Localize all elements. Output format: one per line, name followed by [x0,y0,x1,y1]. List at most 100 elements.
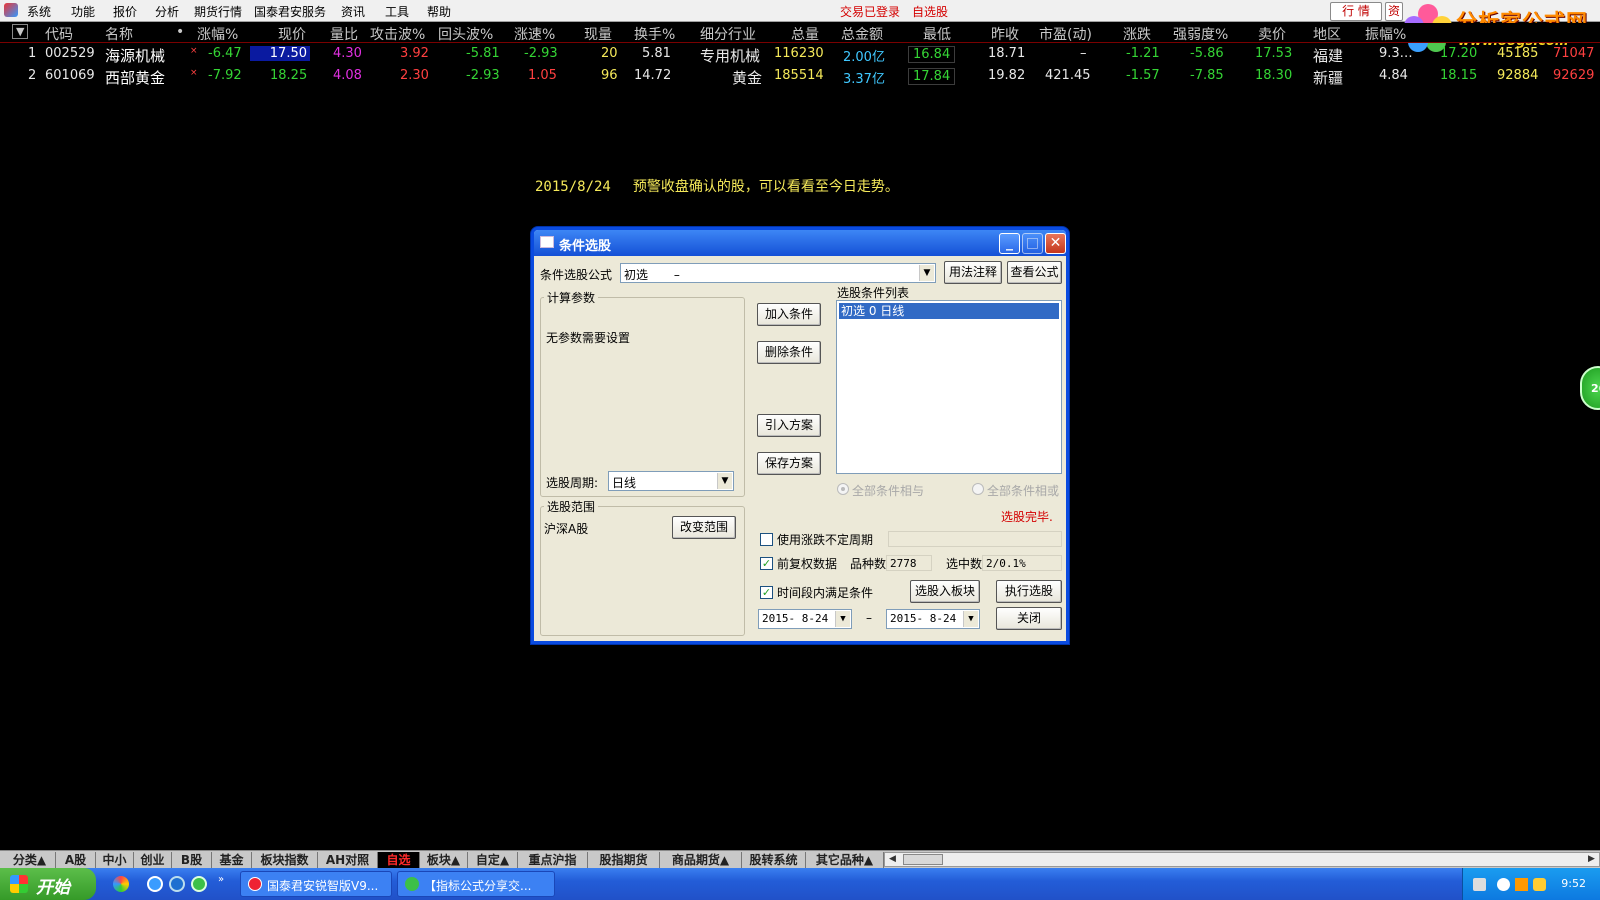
col-vol-ratio[interactable]: 量比 [330,24,358,44]
date-from-picker[interactable]: 2015- 8-24 ▼ [758,609,852,629]
tab-custom[interactable]: 自定▲ [468,852,518,868]
side-float-widget[interactable]: 26 [1580,366,1600,410]
menu-help[interactable]: 帮助 [427,3,451,20]
col-industry[interactable]: 细分行业 [700,24,756,44]
col-change-pct[interactable]: 涨幅% [197,24,238,44]
menu-news[interactable]: 资讯 [341,3,365,20]
chevron-down-icon[interactable]: ▼ [963,611,978,627]
col-attack-wave[interactable]: 攻击波% [370,24,425,44]
tab-sme[interactable]: 中小 [96,852,134,868]
table-row[interactable]: 2 601069 西部黄金 × -7.92 18.25 4.08 2.30 -2… [0,66,1600,87]
tab-chinext[interactable]: 创业 [134,852,172,868]
usage-notes-button[interactable]: 用法注释 [944,261,1002,284]
col-ask[interactable]: 卖价 [1258,24,1286,44]
col-strength[interactable]: 强弱度% [1173,24,1228,44]
col-prev-close[interactable]: 昨收 [991,24,1019,44]
date-to-value: 2015- 8-24 [890,612,957,625]
col-turnover[interactable]: 换手% [634,24,675,44]
chevron-down-icon[interactable]: ▼ [717,473,732,489]
tab-watchlist[interactable]: 自选 [378,852,420,868]
col-mark[interactable]: • [176,24,184,40]
tab-key-sh[interactable]: 重点沪指 [518,852,588,868]
time-range-checkbox[interactable]: ✓ [760,586,773,599]
taskbar-browser-window[interactable]: 【指标公式分享交... [397,871,555,897]
ie-browser-icon[interactable] [147,876,163,892]
col-region[interactable]: 地区 [1313,24,1341,44]
run-pick-button[interactable]: 执行选股 [996,580,1062,603]
tab-index-futures[interactable]: 股指期货 [588,852,660,868]
col-speed[interactable]: 涨速% [514,24,555,44]
shield-icon[interactable] [1533,878,1546,891]
tab-b-share[interactable]: B股 [172,852,212,868]
col-price[interactable]: 现价 [278,24,306,44]
menu-broker-service[interactable]: 国泰君安服务 [254,3,326,20]
keyboard-icon[interactable] [1473,878,1486,891]
col-amount[interactable]: 总金额 [841,24,883,44]
add-condition-button[interactable]: 加入条件 [757,303,821,326]
horizontal-scrollbar[interactable]: ◀ ▶ [884,852,1600,867]
col-change[interactable]: 涨跌 [1123,24,1151,44]
change-scope-button[interactable]: 改变范围 [672,516,736,539]
save-scheme-button[interactable]: 保存方案 [757,452,821,475]
chevron-down-icon[interactable]: ▼ [919,265,934,281]
green-browser-icon[interactable] [191,876,207,892]
column-menu-icon[interactable]: ▼ [12,24,29,39]
dialog-titlebar[interactable]: 条件选股 _ □ ✕ [534,230,1066,256]
watchlist-label[interactable]: 自选股 [912,3,948,20]
scroll-thumb[interactable] [903,854,943,865]
view-formula-button[interactable]: 查看公式 [1007,261,1062,284]
start-button[interactable]: 开始 [0,868,96,900]
network-icon[interactable] [1497,878,1510,891]
to-block-button[interactable]: 选股入板块 [910,580,980,603]
quicklaunch-more-icon[interactable]: » [218,874,224,885]
col-total-vol[interactable]: 总量 [791,24,819,44]
tab-other[interactable]: 其它品种▲ [806,852,884,868]
quotes-tab-button[interactable]: 行 情 [1330,2,1382,21]
close-button[interactable]: 关闭 [996,607,1062,630]
date-to-picker[interactable]: 2015- 8-24 ▼ [886,609,980,629]
tab-a-share[interactable]: A股 [56,852,96,868]
tab-sector[interactable]: 板块▲ [420,852,468,868]
menu-system[interactable]: 系统 [27,3,51,20]
minimize-button[interactable]: _ [999,233,1020,254]
price-cell-selected[interactable]: 17.50 [250,46,310,61]
col-pe[interactable]: 市盈(动) [1039,24,1092,44]
tab-neeq[interactable]: 股转系统 [742,852,806,868]
formula-select-value: 初选 [624,268,649,282]
prefix-adjust-checkbox[interactable]: ✓ [760,557,773,570]
quicklaunch-app-icon[interactable] [113,876,129,892]
col-low[interactable]: 最低 [923,24,951,44]
app-logo-icon [4,3,18,17]
tab-category[interactable]: 分类▲ [4,852,56,868]
condition-list[interactable]: 初选 0 日线 [836,300,1062,474]
menu-tools[interactable]: 工具 [385,3,409,20]
col-current-vol[interactable]: 现量 [584,24,612,44]
delete-condition-button[interactable]: 删除条件 [757,341,821,364]
close-icon[interactable]: ✕ [1045,233,1066,254]
menu-quotes[interactable]: 报价 [113,3,137,20]
tab-commodity-futures[interactable]: 商品期货▲ [660,852,742,868]
menu-function[interactable]: 功能 [71,3,95,20]
chevron-down-icon[interactable]: ▼ [835,611,850,627]
col-pullback-wave[interactable]: 回头波% [438,24,493,44]
scroll-right-icon[interactable]: ▶ [1584,853,1599,866]
col-amplitude[interactable]: 振幅% [1365,24,1406,44]
uncertain-period-checkbox[interactable] [760,533,773,546]
tab-sector-index[interactable]: 板块指数 [252,852,318,868]
import-scheme-button[interactable]: 引入方案 [757,414,821,437]
menu-analysis[interactable]: 分析 [155,3,179,20]
user-icon[interactable] [1515,878,1528,891]
tab-ah-compare[interactable]: AH对照 [318,852,378,868]
col-name[interactable]: 名称 [105,24,133,44]
browser-icon[interactable] [169,876,185,892]
condition-list-item[interactable]: 初选 0 日线 [839,303,1059,319]
tab-fund[interactable]: 基金 [212,852,252,868]
radio-all-or [972,483,984,495]
menu-futures[interactable]: 期货行情 [194,3,242,20]
col-code[interactable]: 代码 [45,24,73,44]
taskbar-broker-app[interactable]: 国泰君安锐智版V9... [240,871,392,897]
period-select[interactable]: 日线 ▼ [608,471,734,491]
formula-select[interactable]: 初选 – ▼ [620,263,936,283]
scroll-left-icon[interactable]: ◀ [885,853,900,866]
table-row[interactable]: 1 002529 海源机械 × -6.47 17.50 4.30 3.92 -5… [0,44,1600,65]
